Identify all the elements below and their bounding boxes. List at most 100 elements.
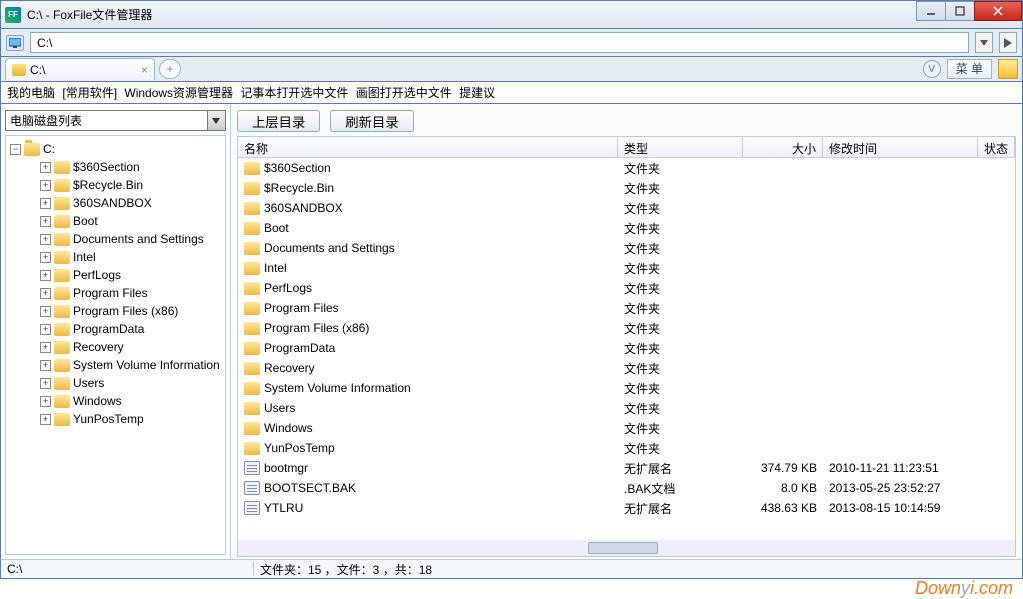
expand-icon[interactable]: + [40,396,51,407]
refresh-button[interactable]: 刷新目录 [330,110,413,132]
tree-item[interactable]: +$360Section [40,158,223,176]
list-row[interactable]: YunPosTemp文件夹 [238,438,1015,458]
cell-mtime [823,226,978,230]
folder-icon [244,362,260,375]
tree-item[interactable]: +System Volume Information [40,356,223,374]
link-paint-open[interactable]: 画图打开选中文件 [356,84,452,101]
tree-item[interactable]: +$Recycle.Bin [40,176,223,194]
tree-item[interactable]: + YunPosTemp [40,410,223,428]
list-row[interactable]: $360Section文件夹 [238,158,1015,178]
minimize-button[interactable] [916,1,946,21]
expand-icon[interactable]: + [40,324,51,335]
expand-icon[interactable]: + [40,306,51,317]
col-size[interactable]: 大小 [743,137,823,157]
list-row[interactable]: ProgramData文件夹 [238,338,1015,358]
expand-icon[interactable]: + [40,180,51,191]
list-row[interactable]: Windows文件夹 [238,418,1015,438]
folder-tree[interactable]: − C: +$360Section+$Recycle.Bin+360SANDBO… [5,135,226,555]
horizontal-scrollbar[interactable] [238,540,1015,556]
folder-icon [54,323,70,336]
col-type[interactable]: 类型 [618,137,743,157]
list-row[interactable]: bootmgr无扩展名374.79 KB2010-11-21 11:23:51 [238,458,1015,478]
expand-icon[interactable]: + [40,162,51,173]
folder-icon [54,161,70,174]
close-button[interactable] [974,1,1022,21]
collapse-icon[interactable]: − [10,144,21,155]
cell-size [743,226,823,230]
cell-mtime: 2010-11-21 11:23:51 [823,459,978,477]
cell-mtime [823,206,978,210]
list-row[interactable]: Recovery文件夹 [238,358,1015,378]
menu-button[interactable]: 菜 单 [947,59,992,79]
tree-item[interactable]: +360SANDBOX [40,194,223,212]
tree-item-label: YunPosTemp [73,412,144,426]
tab-close-icon[interactable]: × [141,63,148,77]
folder-icon [244,342,260,355]
tree-item[interactable]: +Intel [40,248,223,266]
list-row[interactable]: System Volume Information文件夹 [238,378,1015,398]
tree-item[interactable]: +Program Files [40,284,223,302]
expand-icon[interactable]: + [40,378,51,389]
tree-item[interactable]: +Recovery [40,338,223,356]
list-row[interactable]: YTLRU无扩展名438.63 KB2013-08-15 10:14:59 [238,498,1015,518]
chevron-down-icon[interactable] [207,111,225,130]
cell-size [743,406,823,410]
cell-name: PerfLogs [238,279,618,297]
list-row[interactable]: Users文件夹 [238,398,1015,418]
tree-item[interactable]: +ProgramData [40,320,223,338]
up-dir-button[interactable]: 上层目录 [237,110,320,132]
list-row[interactable]: Program Files文件夹 [238,298,1015,318]
expand-icon[interactable]: + [40,414,51,425]
folder-icon [244,442,260,455]
address-go-button[interactable] [999,32,1017,53]
list-row[interactable]: Program Files (x86)文件夹 [238,318,1015,338]
list-row[interactable]: Intel文件夹 [238,258,1015,278]
cell-mtime: 2013-05-25 23:52:27 [823,479,978,497]
scrollbar-thumb[interactable] [588,542,658,554]
tree-item[interactable]: +Users [40,374,223,392]
list-row[interactable]: BOOTSECT.BAK.BAK文档8.0 KB2013-05-25 23:52… [238,478,1015,498]
list-row[interactable]: Boot文件夹 [238,218,1015,238]
link-suggest[interactable]: 提建议 [459,84,495,101]
tree-item[interactable]: +Documents and Settings [40,230,223,248]
cell-type: 文件夹 [618,298,743,319]
tree-item[interactable]: +Boot [40,212,223,230]
expand-icon[interactable]: + [40,288,51,299]
link-explorer[interactable]: Windows资源管理器 [124,84,233,101]
list-header[interactable]: 名称 类型 大小 修改时间 状态 [238,137,1015,158]
tree-root[interactable]: − C: [10,140,223,158]
expand-icon[interactable]: + [40,234,51,245]
col-name[interactable]: 名称 [238,137,618,157]
titlebar[interactable]: FF C:\ - FoxFile文件管理器 [0,0,1023,29]
expand-icon[interactable]: + [40,216,51,227]
cell-type: .BAK文档 [618,478,743,499]
list-row[interactable]: 360SANDBOX文件夹 [238,198,1015,218]
list-row[interactable]: PerfLogs文件夹 [238,278,1015,298]
tree-item[interactable]: +Windows [40,392,223,410]
col-mtime[interactable]: 修改时间 [823,137,978,157]
new-tab-button[interactable]: + [159,59,181,79]
list-body[interactable]: $360Section文件夹$Recycle.Bin文件夹360SANDBOX文… [238,158,1015,540]
v-button[interactable]: V [923,60,941,78]
tab-active[interactable]: C:\ × [5,58,155,80]
link-mycomputer[interactable]: 我的电脑 [7,84,55,101]
link-common-software[interactable]: [常用软件] [62,84,117,101]
link-notepad-open[interactable]: 记事本打开选中文件 [240,84,348,101]
expand-icon[interactable]: + [40,270,51,281]
list-row[interactable]: $Recycle.Bin文件夹 [238,178,1015,198]
expand-icon[interactable]: + [40,198,51,209]
col-status[interactable]: 状态 [978,137,1015,157]
expand-icon[interactable]: + [40,360,51,371]
address-dropdown-button[interactable] [975,32,993,53]
expand-icon[interactable]: + [40,342,51,353]
disk-list-combo[interactable]: 电脑磁盘列表 [5,110,226,131]
expand-icon[interactable]: + [40,252,51,263]
list-row[interactable]: Documents and Settings文件夹 [238,238,1015,258]
grid-button[interactable] [998,59,1018,79]
address-input[interactable] [30,32,969,53]
tree-item[interactable]: +PerfLogs [40,266,223,284]
tree-item[interactable]: +Program Files (x86) [40,302,223,320]
folder-icon [244,382,260,395]
maximize-button[interactable] [945,1,975,21]
cell-size [743,306,823,310]
